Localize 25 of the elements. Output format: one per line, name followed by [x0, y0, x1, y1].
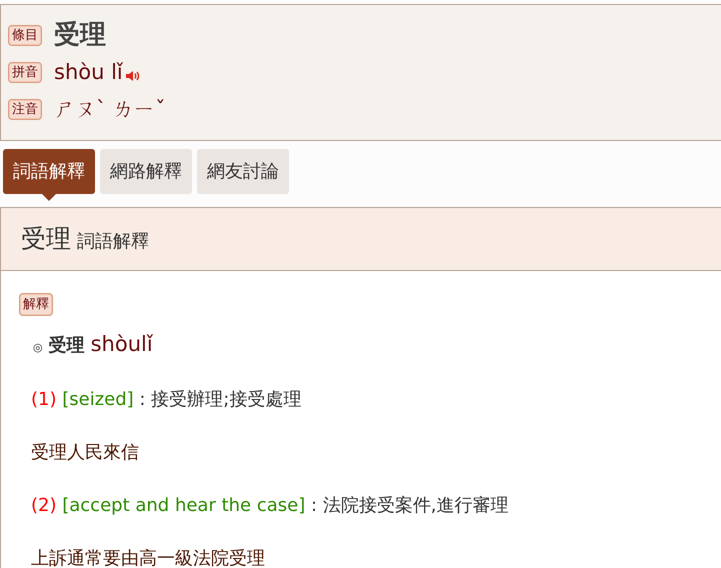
tab[interactable]: 網友討論 [197, 149, 289, 194]
zhuyin-text: ㄕㄡˋ ㄌㄧˇ [54, 96, 166, 123]
section-title: 受理 [21, 223, 71, 255]
field-tag: 拼音 [8, 62, 42, 83]
field-tag: 條目 [8, 25, 42, 46]
tab[interactable]: 網路解釋 [100, 149, 192, 194]
headword-pinyin: shòulǐ [90, 330, 153, 358]
english-gloss: [accept and hear the case] [62, 495, 306, 516]
bullet-marker: ◎ [33, 340, 43, 356]
tab[interactable]: 詞語解釋 [3, 149, 95, 194]
tab-pointer-icon [42, 194, 56, 201]
sense-number: (1) [31, 389, 56, 410]
field-tag: 解釋 [19, 292, 53, 316]
english-gloss: [seized] [62, 389, 134, 410]
pinyin-text: shòu lǐ [54, 58, 123, 86]
headword: 受理 [48, 334, 85, 358]
entry-title: 受理 [54, 19, 106, 52]
speaker-icon[interactable] [124, 68, 141, 82]
definition-text: : 法院接受案件,進行審理 [310, 495, 508, 516]
sense-number: (2) [31, 495, 56, 516]
section-subtitle: 詞語解釋 [77, 230, 149, 254]
field-tag: 注音 [8, 99, 42, 120]
definition-text: : 接受辦理;接受處理 [139, 389, 302, 410]
example-sentence: 上訴通常要由高一級法院受理 [31, 548, 265, 568]
example-sentence: 受理人民來信 [31, 442, 139, 463]
